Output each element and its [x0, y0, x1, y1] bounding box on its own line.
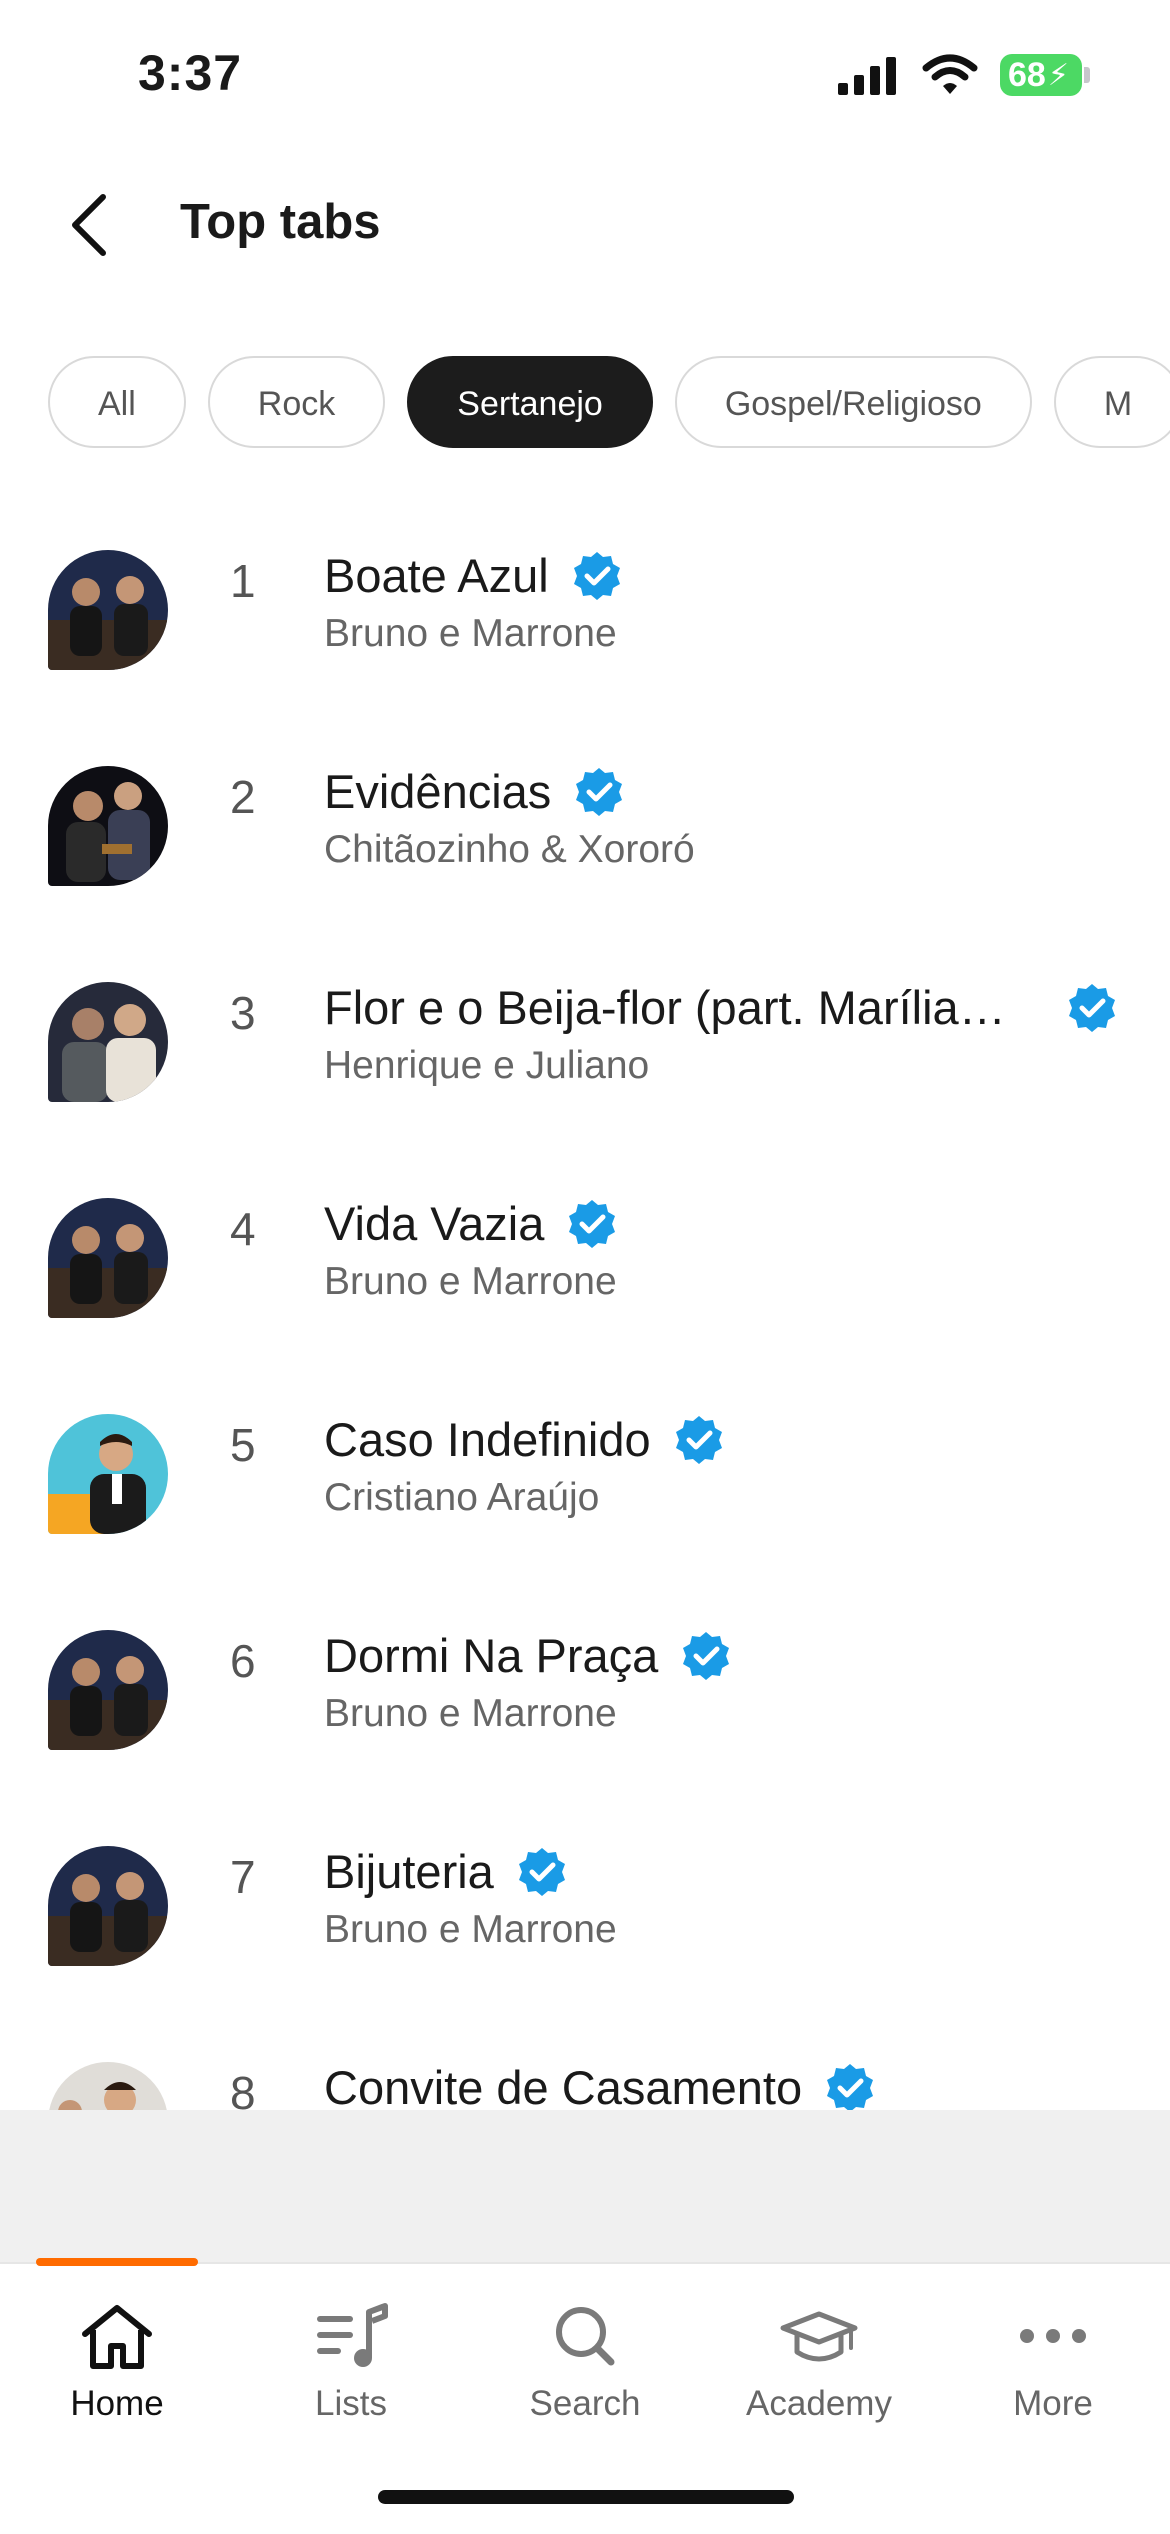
genre-filter-chips: All Rock Sertanejo Gospel/Religioso M	[48, 356, 1170, 452]
wifi-icon	[922, 54, 978, 94]
artist-avatar	[48, 1630, 168, 1750]
charging-bolt-icon: ⚡	[1047, 58, 1069, 92]
search-icon	[556, 2307, 615, 2366]
artist-avatar	[48, 550, 168, 670]
verified-badge-icon	[518, 1847, 565, 1896]
song-line: Vida Vazia	[324, 1196, 618, 1251]
rank-number: 7	[230, 1851, 256, 1903]
ad-banner-placeholder	[0, 2110, 1170, 2262]
song-line: Convite de Casamento	[324, 2060, 876, 2110]
list-item[interactable]: 4 Vida Vazia Bruno e Marrone	[0, 1188, 1170, 1404]
artist-name: Chitãozinho & Xororó	[324, 828, 695, 871]
status-bar: 3:37 68 ⚡	[0, 0, 1170, 150]
list-item[interactable]: 1 Boate Azul Bruno e Marrone	[0, 540, 1170, 756]
song-line: Bijuteria	[324, 1844, 568, 1899]
nav-academy-label: Academy	[746, 2384, 892, 2423]
home-indicator-bar	[378, 2490, 794, 2504]
chip-rock[interactable]: Rock	[207, 356, 386, 448]
artist-name: Bruno e Marrone	[324, 612, 617, 655]
list-item[interactable]: 2 Evidências Chitãozinho & Xororó	[0, 756, 1170, 972]
artist-avatar	[48, 982, 168, 1102]
nav-more[interactable]: More	[936, 2300, 1170, 2424]
list-item[interactable]: 5 Caso Indefinido Cristiano Araújo	[0, 1404, 1170, 1620]
rank-number: 4	[230, 1203, 256, 1255]
verified-badge-icon	[569, 1199, 616, 1248]
cellular-signal-icon	[838, 57, 896, 95]
artist-name: Henrique e Juliano	[324, 1044, 650, 1087]
verified-badge-icon	[675, 1415, 722, 1464]
nav-home[interactable]: Home	[0, 2300, 234, 2424]
song-title: Vida Vazia	[324, 1197, 545, 1250]
verified-badge-icon	[827, 2063, 874, 2110]
more-dots-icon	[1020, 2329, 1086, 2343]
chip-m[interactable]: M	[1053, 356, 1170, 448]
rank-number: 6	[230, 1635, 256, 1687]
song-title: Convite de Casamento	[324, 2061, 803, 2110]
artist-avatar	[48, 1414, 168, 1534]
verified-badge-icon	[573, 551, 620, 600]
artist-avatar	[48, 1198, 168, 1318]
battery-tip	[1084, 67, 1090, 83]
rank-number: 2	[230, 771, 256, 823]
artist-name: Bruno e Marrone	[324, 1692, 617, 1735]
chip-all[interactable]: All	[48, 356, 186, 448]
top-tabs-list: 1 Boate Azul Bruno e Marrone 2 Evidência…	[0, 540, 1170, 2110]
list-item[interactable]: 3 Flor e o Beija-flor (part. Marília … H…	[0, 972, 1170, 1188]
rank-number: 8	[230, 2067, 256, 2110]
battery-level: 68 ⚡	[1000, 54, 1082, 96]
artist-avatar	[48, 1846, 168, 1966]
battery-indicator: 68 ⚡	[1000, 54, 1090, 96]
verified-badge-icon	[683, 1631, 730, 1680]
nav-search-label: Search	[529, 2384, 641, 2423]
header: Top tabs	[0, 150, 1170, 300]
song-title: Caso Indefinido	[324, 1413, 651, 1466]
song-line: Flor e o Beija-flor (part. Marília …	[324, 980, 1118, 1035]
list-item[interactable]: 6 Dormi Na Praça Bruno e Marrone	[0, 1620, 1170, 1836]
chip-sertanejo[interactable]: Sertanejo	[407, 356, 653, 448]
verified-badge-icon	[576, 767, 623, 816]
artist-avatar	[48, 766, 168, 886]
chip-gospel-religioso[interactable]: Gospel/Religioso	[674, 356, 1032, 448]
page-title: Top tabs	[180, 195, 381, 249]
chevron-left-icon	[72, 194, 106, 256]
song-line: Boate Azul	[324, 548, 623, 603]
song-title: Bijuteria	[324, 1845, 494, 1898]
song-line: Dormi Na Praça	[324, 1628, 732, 1683]
list-item[interactable]: 7 Bijuteria Bruno e Marrone	[0, 1836, 1170, 2052]
nav-more-label: More	[1013, 2384, 1093, 2423]
nav-home-label: Home	[70, 2384, 164, 2423]
nav-lists-label: Lists	[315, 2384, 387, 2423]
song-line: Caso Indefinido	[324, 1412, 725, 1467]
back-button[interactable]	[54, 190, 124, 260]
list-item[interactable]: 8 Convite de Casamento	[0, 2052, 1170, 2110]
song-title: Dormi Na Praça	[324, 1629, 659, 1682]
status-time: 3:37	[138, 45, 243, 101]
nav-academy[interactable]: Academy	[702, 2300, 936, 2424]
rank-number: 3	[230, 987, 256, 1039]
song-line: Evidências	[324, 764, 625, 819]
list-music-icon	[317, 2303, 388, 2367]
active-tab-indicator	[36, 2258, 198, 2266]
verified-badge-icon	[1069, 983, 1115, 1032]
song-title: Flor e o Beija-flor (part. Marília …	[324, 981, 1014, 1034]
nav-search[interactable]: Search	[468, 2300, 702, 2424]
status-icons: 68 ⚡	[838, 54, 1090, 96]
artist-avatar	[48, 2062, 168, 2110]
artist-name: Cristiano Araújo	[324, 1476, 600, 1519]
song-title: Evidências	[324, 765, 552, 818]
song-title: Boate Azul	[324, 549, 549, 602]
rank-number: 5	[230, 1419, 256, 1471]
artist-name: Bruno e Marrone	[324, 1260, 617, 1303]
graduation-cap-icon	[780, 2311, 858, 2362]
battery-percent: 68	[1008, 55, 1046, 94]
nav-lists[interactable]: Lists	[234, 2300, 468, 2424]
home-icon	[82, 2305, 152, 2369]
rank-number: 1	[230, 555, 256, 607]
artist-name: Bruno e Marrone	[324, 1908, 617, 1951]
